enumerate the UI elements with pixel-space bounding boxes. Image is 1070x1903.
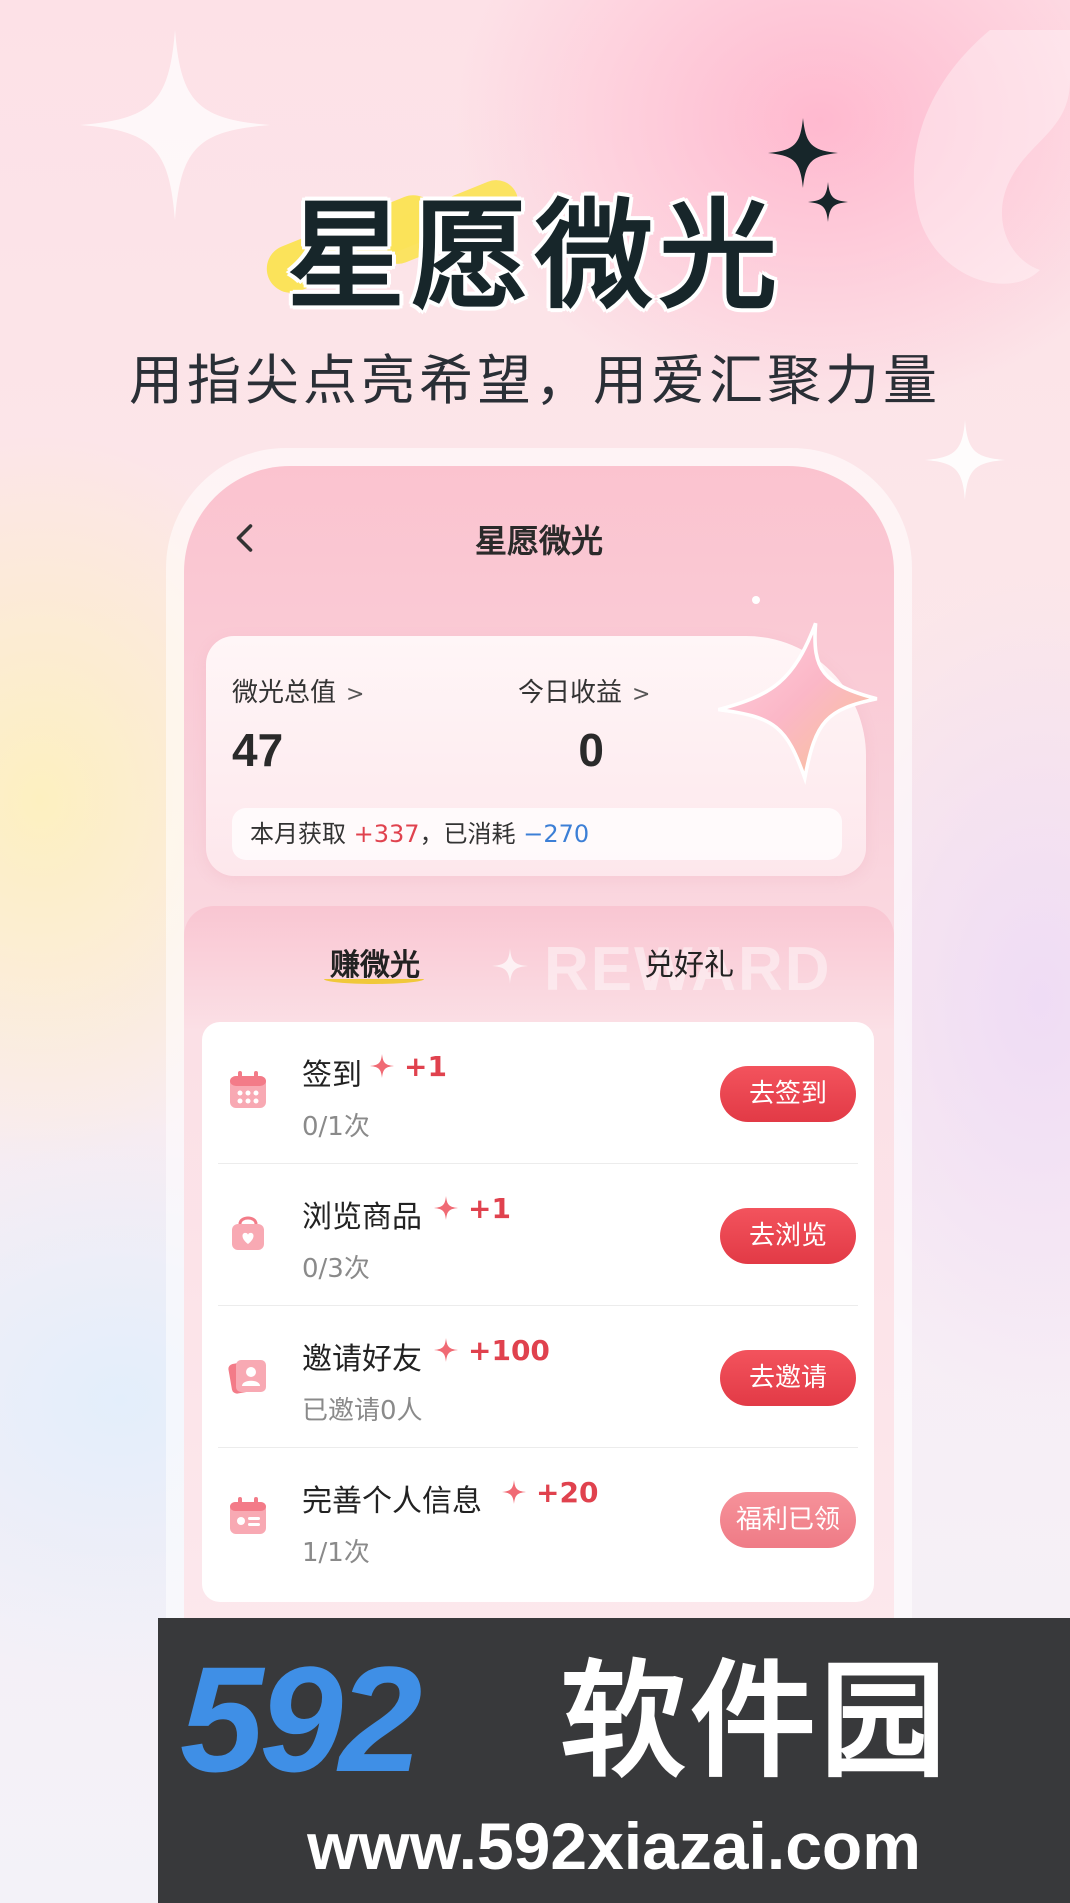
hero-title: 星愿微光 bbox=[286, 187, 783, 325]
task-reward: +100 bbox=[434, 1334, 550, 1367]
site-watermark-banner: 592 软件园 www.592xiazai.com bbox=[158, 1618, 1070, 1903]
task-row-profile: 完善个人信息 +20 1/1次 福利已领 bbox=[202, 1448, 874, 1590]
app-screen: 星愿微光 微光总值 > 47 今日收益 > 0 本月获取 +337，已消耗 −270 bbox=[184, 466, 894, 1750]
logo-text: 软件园 bbox=[560, 1648, 950, 1795]
logo-number: 592 bbox=[180, 1635, 422, 1803]
month-separator: ，已消耗 bbox=[419, 820, 516, 848]
total-points-link[interactable]: 微光总值 > bbox=[232, 672, 364, 709]
total-points-value: 47 bbox=[232, 724, 284, 776]
sparkle-gem-icon bbox=[434, 1196, 458, 1220]
task-title: 完善个人信息 bbox=[302, 1484, 482, 1519]
site-url: www.592xiazai.com bbox=[307, 1809, 921, 1883]
hero-subtitle: 用指尖点亮希望，用爱汇聚力量 bbox=[129, 349, 941, 412]
task-title: 签到 bbox=[302, 1058, 362, 1093]
tab-active-indicator bbox=[324, 974, 424, 984]
contact-card-icon bbox=[228, 1360, 266, 1394]
monthly-stats: 本月获取 +337，已消耗 −270 bbox=[232, 808, 842, 860]
total-points-label: 微光总值 bbox=[232, 678, 337, 708]
sparkle-dot bbox=[752, 596, 760, 604]
month-prefix: 本月获取 bbox=[250, 820, 346, 848]
profile-card-icon bbox=[230, 1497, 266, 1534]
nav-bar: 星愿微光 bbox=[184, 506, 894, 576]
page-title: 星愿微光 bbox=[474, 522, 603, 560]
sparkle-gem-icon bbox=[370, 1054, 394, 1078]
task-reward-value: +1 bbox=[468, 1192, 511, 1225]
tab-redeem-label: 兑好礼 bbox=[644, 948, 734, 983]
month-spent: −270 bbox=[523, 820, 590, 848]
task-row-invite: 邀请好友 +100 已邀请0人 去邀请 bbox=[202, 1306, 874, 1448]
tab-earn[interactable]: 赚微光 bbox=[324, 940, 424, 984]
site-logo: 592 软件园 bbox=[180, 1644, 1060, 1794]
star-3d-icon bbox=[717, 622, 878, 785]
hero-title-block: 星愿微光 bbox=[0, 160, 1070, 325]
task-reward: +20 bbox=[502, 1476, 598, 1509]
task-progress: 0/1次 bbox=[302, 1112, 370, 1142]
calendar-icon bbox=[230, 1071, 266, 1108]
sparkle-gem-icon bbox=[434, 1338, 458, 1362]
invite-button[interactable]: 去邀请 bbox=[720, 1350, 856, 1406]
shopping-bag-icon bbox=[232, 1216, 264, 1250]
task-title: 浏览商品 bbox=[302, 1200, 422, 1235]
tab-redeem[interactable]: 兑好礼 bbox=[644, 940, 734, 984]
task-row-browse: 浏览商品 +1 0/3次 去浏览 bbox=[202, 1164, 874, 1306]
task-reward: +1 bbox=[370, 1050, 447, 1083]
chevron-right-icon: > bbox=[632, 682, 651, 707]
checkin-button[interactable]: 去签到 bbox=[720, 1066, 856, 1122]
task-progress: 已邀请0人 bbox=[302, 1396, 423, 1426]
task-title: 邀请好友 bbox=[302, 1342, 422, 1377]
task-progress: 0/3次 bbox=[302, 1254, 370, 1284]
task-reward: +1 bbox=[434, 1192, 511, 1225]
task-progress: 1/1次 bbox=[302, 1538, 370, 1568]
today-earnings-label: 今日收益 bbox=[518, 678, 623, 708]
today-earnings-link[interactable]: 今日收益 > bbox=[518, 672, 650, 709]
sparkle-icon bbox=[492, 948, 528, 984]
task-reward-value: +20 bbox=[536, 1476, 599, 1509]
task-list: 签到 +1 0/1次 去签到 浏览商品 +1 0/3次 去浏览 邀请好友 +10… bbox=[202, 1022, 874, 1602]
claimed-button[interactable]: 福利已领 bbox=[720, 1492, 856, 1548]
task-reward-value: +1 bbox=[404, 1050, 447, 1083]
today-earnings-block[interactable]: 今日收益 > 0 bbox=[518, 672, 650, 777]
browse-button[interactable]: 去浏览 bbox=[720, 1208, 856, 1264]
task-row-checkin: 签到 +1 0/1次 去签到 bbox=[202, 1022, 874, 1164]
phone-mockup: 星愿微光 微光总值 > 47 今日收益 > 0 本月获取 +337，已消耗 −270 bbox=[166, 448, 912, 1768]
total-points-block[interactable]: 微光总值 > 47 bbox=[232, 672, 364, 777]
month-gain: +337 bbox=[353, 820, 420, 848]
sparkle-icon bbox=[925, 420, 1005, 500]
today-earnings-value: 0 bbox=[578, 724, 605, 776]
task-reward-value: +100 bbox=[468, 1334, 550, 1367]
sparkle-gem-icon bbox=[502, 1480, 526, 1504]
chevron-right-icon: > bbox=[346, 682, 365, 707]
